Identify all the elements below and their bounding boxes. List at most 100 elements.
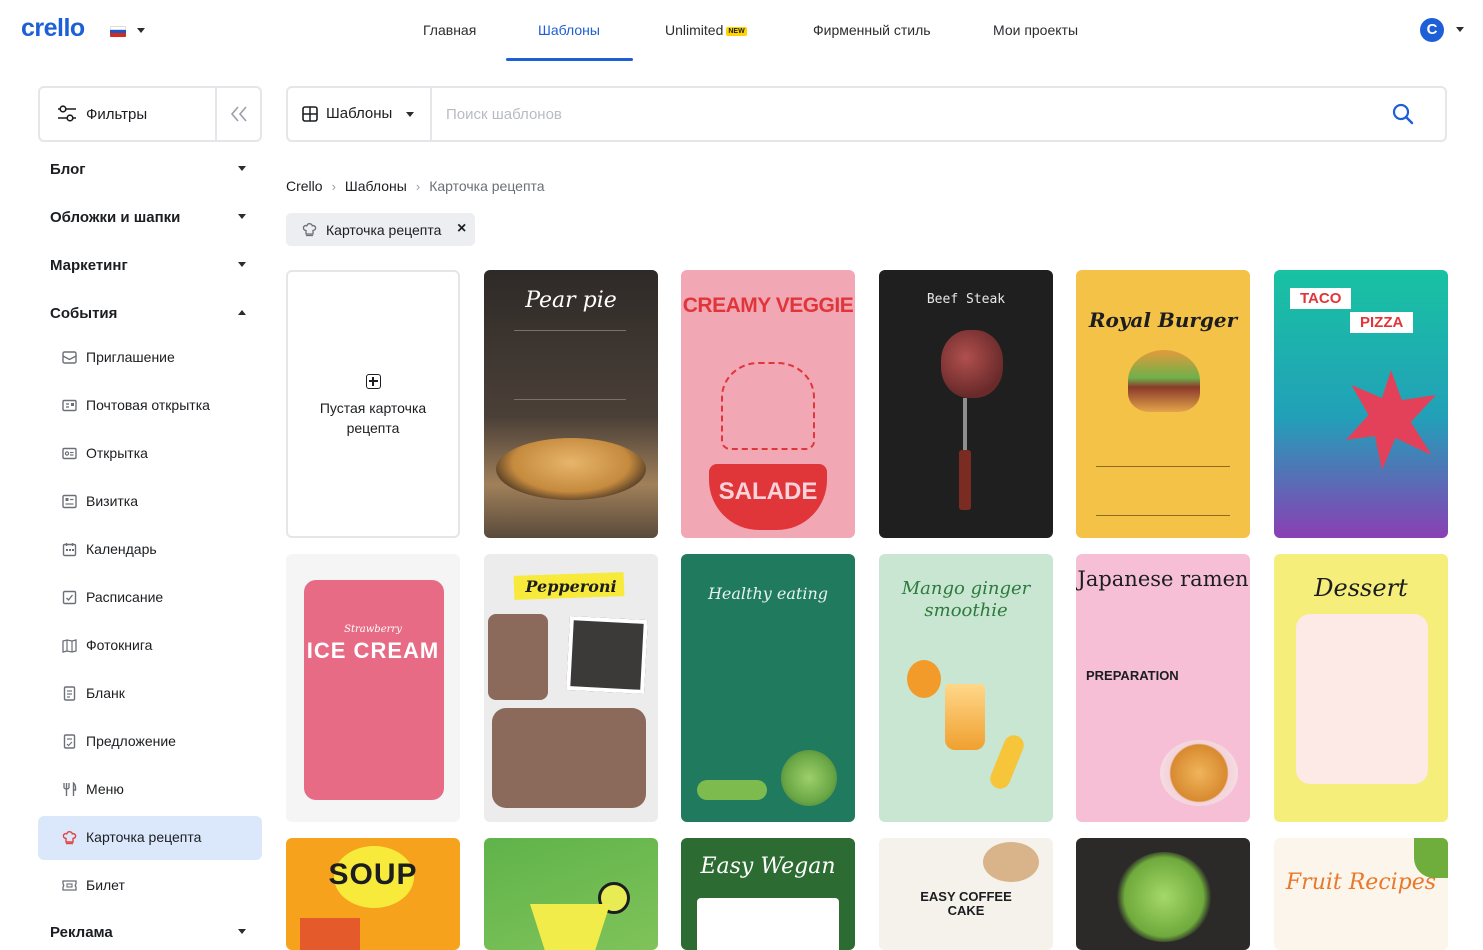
- template-title: EASY COFFEE CAKE: [920, 889, 1012, 918]
- breadcrumb-templates[interactable]: Шаблоны: [345, 178, 407, 194]
- sidebar-item-label: Бланк: [86, 685, 125, 701]
- sidebar-item-label: Почтовая открытка: [86, 397, 210, 413]
- nav-brand-kit[interactable]: Фирменный стиль: [813, 22, 931, 38]
- search-input[interactable]: [446, 102, 1346, 126]
- chevron-down-icon[interactable]: [238, 166, 246, 171]
- chevron-down-icon[interactable]: [238, 214, 246, 219]
- template-card[interactable]: Beef Steak: [879, 270, 1053, 538]
- sidebar-section-ads[interactable]: Реклама: [50, 924, 113, 941]
- chevrons-left-icon[interactable]: [230, 104, 248, 124]
- template-card[interactable]: Dessert: [1274, 554, 1448, 822]
- sidebar-item-label: Приглашение: [86, 349, 175, 365]
- template-card[interactable]: [1076, 838, 1250, 950]
- template-card[interactable]: Royal Burger: [1076, 270, 1250, 538]
- top-header: crello Главная Шаблоны Unlimited NEW Фирм…: [0, 0, 1483, 62]
- crello-logo[interactable]: crello: [21, 14, 85, 43]
- template-image: [1346, 370, 1436, 470]
- chef-hat-icon: [62, 831, 77, 845]
- sidebar-item-label: Билет: [86, 877, 125, 893]
- envelope-icon: [62, 351, 77, 364]
- template-image: [983, 842, 1039, 882]
- template-card[interactable]: ICE CREAM Strawberry: [286, 554, 460, 822]
- photobook-icon: [62, 639, 77, 653]
- breadcrumb-crello[interactable]: Crello: [286, 178, 323, 194]
- filters-panel[interactable]: Фильтры: [38, 86, 262, 142]
- template-title: Dessert: [1314, 574, 1408, 602]
- template-card[interactable]: EASY COFFEE CAKE: [879, 838, 1053, 950]
- chevron-up-icon[interactable]: [238, 310, 246, 315]
- template-card[interactable]: [484, 838, 658, 950]
- template-card[interactable]: SOUP: [286, 838, 460, 950]
- sidebar-item-proposal[interactable]: Предложение: [38, 720, 262, 764]
- template-title: Beef Steak: [926, 292, 1006, 307]
- template-panel: [304, 580, 444, 800]
- chevron-down-icon[interactable]: [137, 28, 145, 33]
- template-image: [496, 438, 646, 500]
- template-card[interactable]: CREAMY VEGGIE SALADE: [681, 270, 855, 538]
- sidebar-section-marketing[interactable]: Маркетинг: [50, 257, 128, 274]
- sidebar-item-label: Календарь: [86, 541, 157, 557]
- template-title: TACO: [1290, 288, 1352, 309]
- template-title: Pepperoni: [525, 577, 617, 596]
- template-handle: [959, 450, 971, 510]
- template-image: [781, 750, 837, 806]
- sidebar-section-events[interactable]: События: [50, 305, 117, 322]
- chef-hat-icon: [302, 223, 317, 237]
- template-card[interactable]: Japanese ramen PREPARATION: [1076, 554, 1250, 822]
- chevron-right-icon: ›: [331, 178, 336, 194]
- sidebar-item-recipe-card[interactable]: Карточка рецепта: [38, 816, 262, 860]
- sidebar-item-label: Меню: [86, 781, 124, 797]
- sidebar-item-invitation[interactable]: Приглашение: [38, 336, 262, 380]
- template-title: Pear pie: [525, 288, 617, 313]
- sidebar-item-label: Расписание: [86, 589, 164, 605]
- sidebar-item-ticket[interactable]: Билет: [38, 864, 262, 908]
- sidebar-item-business-card[interactable]: Визитка: [38, 480, 262, 524]
- template-glass: [945, 684, 985, 750]
- chevron-down-icon[interactable]: [1456, 27, 1464, 32]
- search-icon[interactable]: [1392, 103, 1414, 125]
- sidebar-item-label: Предложение: [86, 733, 176, 749]
- sidebar-item-postcard[interactable]: Почтовая открытка: [38, 384, 262, 428]
- template-mango: [907, 660, 941, 698]
- active-tab-underline: [506, 58, 633, 61]
- sidebar-item-photobook[interactable]: Фотокнига: [38, 624, 262, 668]
- template-title: Royal Burger: [1088, 308, 1238, 332]
- sidebar-section-covers[interactable]: Обложки и шапки: [50, 209, 180, 226]
- template-card[interactable]: TACO PIZZA: [1274, 270, 1448, 538]
- template-card[interactable]: Fruit Recipes: [1274, 838, 1448, 950]
- chevron-down-icon[interactable]: [238, 262, 246, 267]
- template-subtitle: SALADE: [718, 478, 818, 505]
- template-glass: [530, 904, 610, 950]
- template-lines: [1096, 466, 1230, 516]
- chevron-down-icon[interactable]: [238, 929, 246, 934]
- template-card[interactable]: Easy Wegan: [681, 838, 855, 950]
- sidebar-item-form[interactable]: Бланк: [38, 672, 262, 716]
- sidebar-item-schedule[interactable]: Расписание: [38, 576, 262, 620]
- avatar[interactable]: C: [1420, 18, 1444, 42]
- template-photo: [566, 616, 648, 694]
- nav-home[interactable]: Главная: [423, 22, 476, 38]
- close-icon[interactable]: ×: [457, 220, 466, 238]
- sidebar-item-calendar[interactable]: Календарь: [38, 528, 262, 572]
- category-select[interactable]: Шаблоны: [326, 105, 392, 122]
- sidebar-item-menu[interactable]: Меню: [38, 768, 262, 812]
- blank-recipe-card[interactable]: Пустая карточка рецепта: [286, 270, 460, 538]
- schedule-icon: [62, 590, 77, 605]
- nav-my-projects[interactable]: Мои проекты: [993, 22, 1078, 38]
- fork-knife-icon: [63, 782, 77, 796]
- chevron-down-icon[interactable]: [406, 112, 414, 117]
- sidebar-item-card[interactable]: Открытка: [38, 432, 262, 476]
- russia-flag-icon[interactable]: [110, 26, 126, 37]
- template-card[interactable]: Healthy eating: [681, 554, 855, 822]
- template-grid-icon: [302, 106, 318, 122]
- nav-unlimited[interactable]: Unlimited NEW: [665, 22, 747, 38]
- template-card[interactable]: Pear pie: [484, 270, 658, 538]
- sidebar-section-blog[interactable]: Блог: [50, 161, 86, 178]
- template-panel: [492, 708, 646, 808]
- template-card[interactable]: Mango ginger smoothie: [879, 554, 1053, 822]
- nav-templates[interactable]: Шаблоны: [538, 22, 600, 38]
- nav-unlimited-label: Unlimited: [665, 22, 724, 38]
- template-burger: [1116, 852, 1212, 942]
- proposal-icon: [63, 734, 76, 749]
- template-card[interactable]: Pepperoni: [484, 554, 658, 822]
